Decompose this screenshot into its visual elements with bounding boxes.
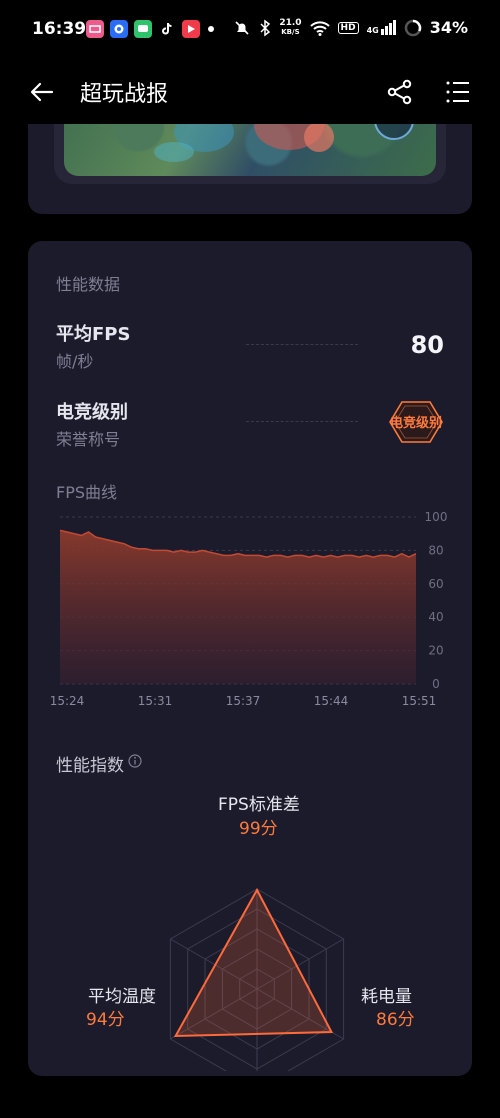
system-icons: 21.0 KB/S HD 4G 34% — [233, 18, 468, 37]
hd-icon: HD — [337, 21, 359, 34]
divider — [246, 421, 358, 422]
esports-level-title: 电竞级别 — [56, 402, 128, 423]
messages-icon — [134, 20, 152, 38]
network-speed: 21.0 KB/S — [279, 17, 302, 36]
esports-badge-label: 电竞级别 — [389, 416, 442, 431]
page-title: 超玩战报 — [80, 82, 169, 107]
list-menu-icon[interactable] — [444, 78, 472, 106]
performance-index-title: 性能指数 — [56, 756, 124, 776]
fps-chart-title: FPS曲线 — [56, 483, 118, 502]
fps-y-tick-label: 60 — [428, 577, 443, 591]
performance-section-title: 性能数据 — [56, 275, 121, 294]
fps-x-tick-label: 15:37 — [226, 694, 261, 708]
status-time: 16:39 — [32, 19, 87, 39]
esports-badge: 电竞级别 — [386, 399, 446, 445]
radar-top-label: FPS标准差 — [218, 795, 300, 815]
divider — [246, 344, 358, 345]
status-bar: 16:39 21.0 KB/S HD 4G 34% — [0, 0, 500, 60]
notification-icons — [86, 20, 214, 38]
arrow-left-icon[interactable] — [28, 78, 56, 106]
bluetooth-icon — [260, 19, 271, 36]
fps-y-tick-label: 80 — [428, 543, 443, 557]
performance-card: 性能数据 平均FPS 帧/秒 80 电竞级别 荣誉称号 电竞级别 FPS曲线 0… — [28, 241, 472, 1076]
battery-ring-icon — [404, 19, 421, 36]
avg-fps-value: 80 — [410, 331, 444, 359]
chat-app-icon — [110, 20, 128, 38]
wifi-icon — [309, 20, 330, 36]
radar-score-polygon — [173, 887, 334, 1038]
info-icon[interactable] — [128, 754, 142, 768]
fps-y-tick-label: 0 — [432, 677, 440, 691]
battery-percent: 34% — [429, 18, 468, 37]
signal-icon: 4G — [367, 20, 396, 35]
fps-y-tick-label: 100 — [425, 510, 448, 524]
fps-y-tick-label: 20 — [428, 644, 443, 658]
fps-chart: 0 20 40 60 80 100 15:24 15:31 15:37 15:44 15:51 — [50, 510, 448, 708]
app-bar: 超玩战报 — [0, 60, 500, 124]
fps-x-tick-label: 15:31 — [138, 694, 173, 708]
fps-y-tick-label: 40 — [428, 610, 443, 624]
avg-fps-title: 平均FPS — [56, 324, 131, 345]
fps-x-tick-label: 15:44 — [314, 694, 349, 708]
video-app-icon — [182, 20, 200, 38]
mute-bell-icon — [235, 20, 249, 35]
fps-x-tick-label: 15:51 — [402, 694, 437, 708]
more-notifications-dot — [208, 26, 214, 32]
avg-fps-subtitle: 帧/秒 — [56, 352, 94, 371]
radar-top-score: 99分 — [239, 819, 278, 839]
performance-radar-chart — [169, 887, 345, 1071]
esports-level-subtitle: 荣誉称号 — [56, 430, 121, 449]
app-notification-icon — [86, 20, 104, 38]
tiktok-icon — [158, 20, 176, 38]
share-icon[interactable] — [386, 78, 414, 106]
fps-x-tick-label: 15:24 — [50, 694, 85, 708]
